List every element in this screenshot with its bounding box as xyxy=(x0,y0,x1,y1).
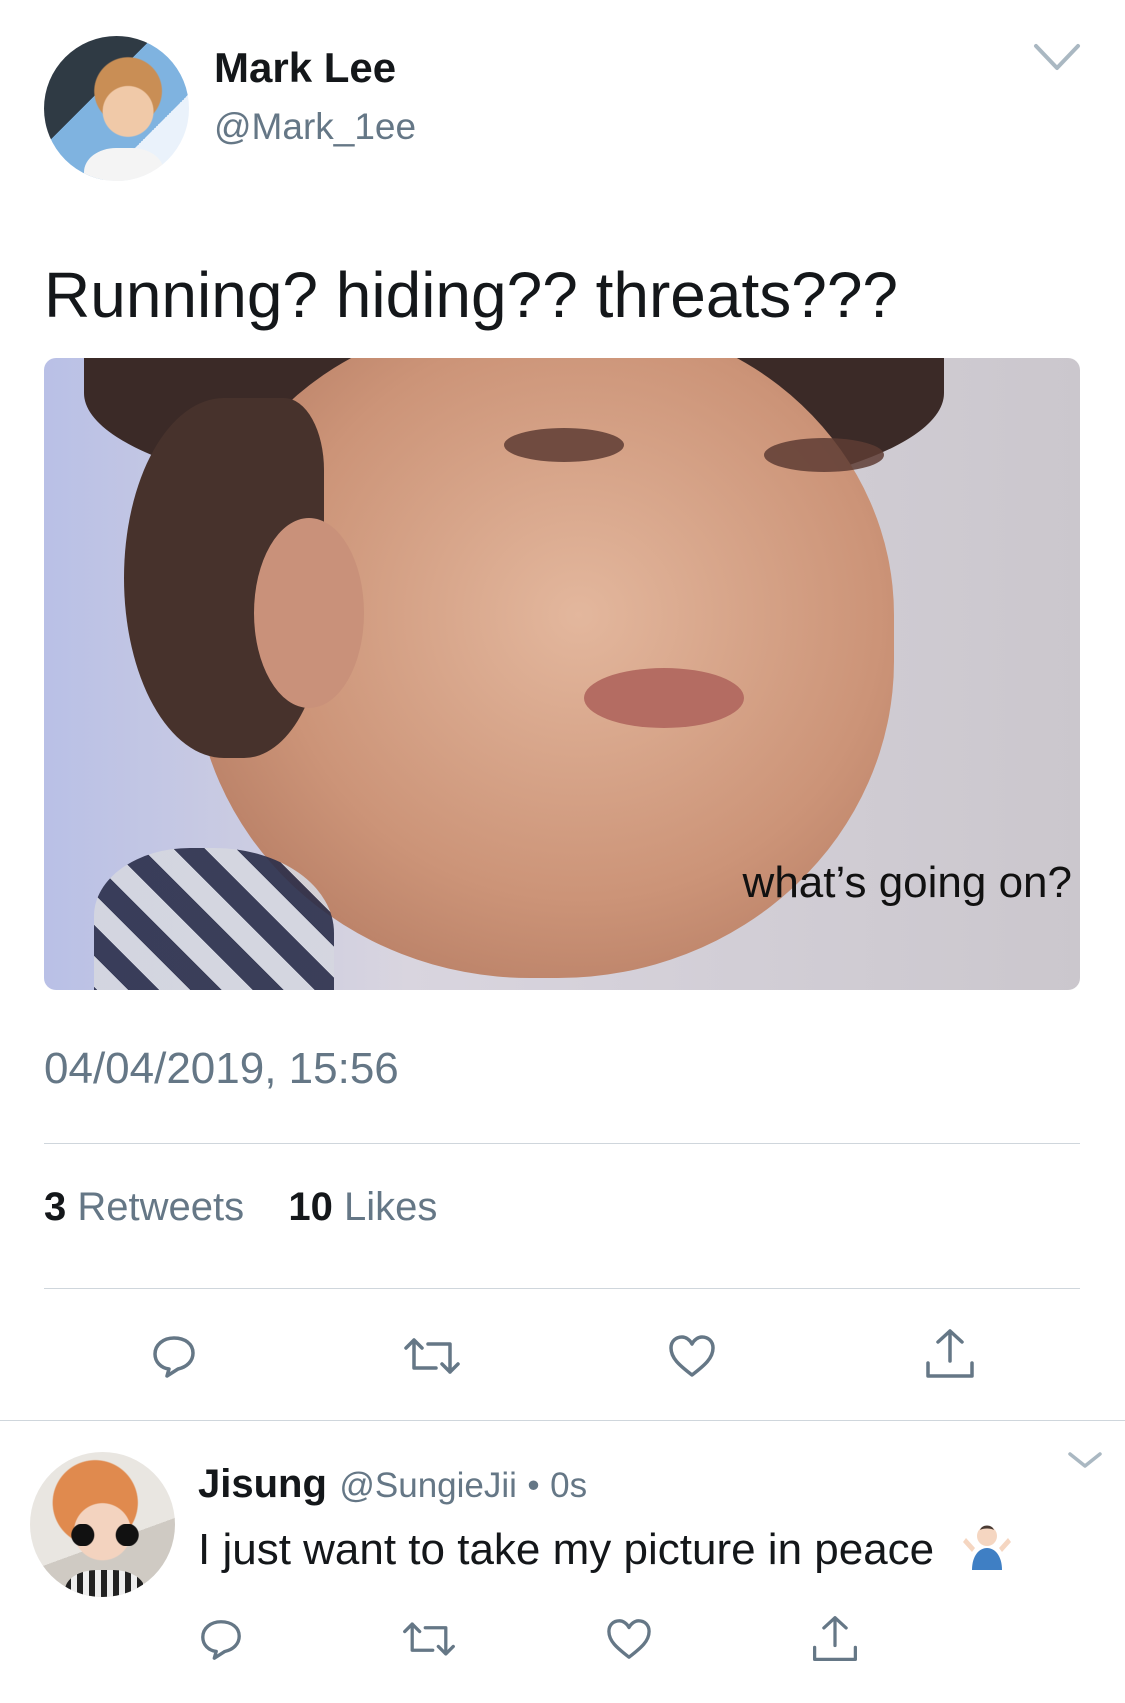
media-eye-left xyxy=(504,428,624,462)
avatar-shirt xyxy=(84,148,164,181)
tweet-text: Running? hiding?? threats??? xyxy=(44,259,898,331)
media-ear xyxy=(254,518,364,708)
author-display-name[interactable]: Mark Lee xyxy=(214,44,396,92)
reply-icon[interactable] xyxy=(196,1614,246,1664)
retweet-icon[interactable] xyxy=(402,1330,462,1382)
media-eye-right xyxy=(764,438,884,472)
man-shrugging-emoji xyxy=(960,1522,1014,1583)
chevron-down-icon[interactable] xyxy=(1066,1448,1104,1474)
author-handle[interactable]: @Mark_1ee xyxy=(214,106,416,148)
reply-handle[interactable]: @SungieJii xyxy=(339,1466,517,1505)
retweets-count[interactable]: 3 xyxy=(44,1185,66,1229)
retweet-icon[interactable] xyxy=(400,1614,458,1664)
likes-count[interactable]: 10 xyxy=(288,1185,333,1229)
like-icon[interactable] xyxy=(604,1614,654,1664)
share-icon[interactable] xyxy=(808,1612,862,1666)
reply-time: 0s xyxy=(550,1466,588,1505)
avatar-shirt xyxy=(65,1570,145,1597)
reply-icon[interactable] xyxy=(148,1330,200,1382)
reply-text: I just want to take my picture in peace xyxy=(198,1522,1014,1583)
media-mouth xyxy=(584,668,744,728)
reply-header: Jisung @SungieJii • 0s xyxy=(198,1462,587,1507)
tweet-stats: 3 Retweets 10 Likes xyxy=(44,1185,437,1230)
retweets-label[interactable]: Retweets xyxy=(77,1185,244,1229)
reply-separator: • xyxy=(527,1466,540,1505)
like-icon[interactable] xyxy=(666,1330,718,1382)
media-caption: what’s going on? xyxy=(742,858,1072,907)
divider xyxy=(44,1288,1080,1289)
divider xyxy=(0,1420,1125,1421)
chevron-down-icon[interactable] xyxy=(1032,40,1082,76)
likes-label[interactable]: Likes xyxy=(344,1185,437,1229)
reply-display-name[interactable]: Jisung xyxy=(198,1462,327,1506)
share-icon[interactable] xyxy=(922,1326,978,1382)
tweet-media-image[interactable]: what’s going on? xyxy=(44,358,1080,990)
divider xyxy=(44,1143,1080,1144)
author-avatar[interactable] xyxy=(44,36,189,181)
reply-author-avatar[interactable] xyxy=(30,1452,175,1597)
tweet-timestamp: 04/04/2019, 15:56 xyxy=(44,1044,399,1093)
avatar-sunglasses xyxy=(68,1524,142,1546)
reply-text-content: I just want to take my picture in peace xyxy=(198,1525,935,1575)
